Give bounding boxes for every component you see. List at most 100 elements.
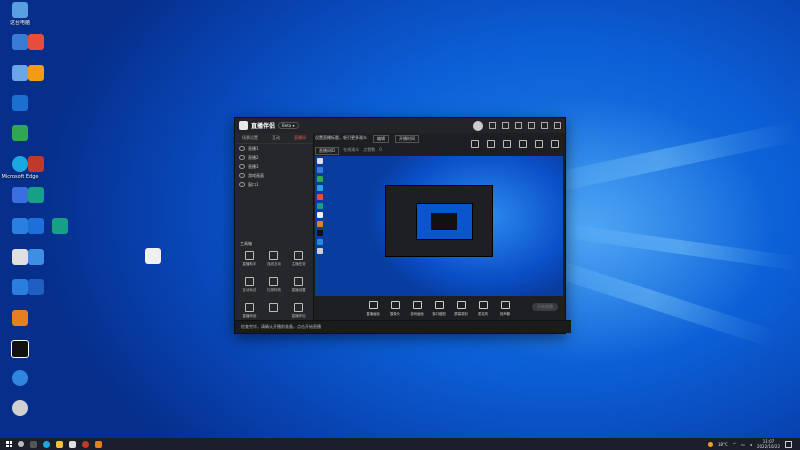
tool-icon bbox=[294, 251, 304, 260]
mini-icon bbox=[317, 194, 323, 200]
tool-icon bbox=[269, 303, 279, 312]
tool-item[interactable]: 直播伴侣 bbox=[286, 303, 311, 319]
desktop-icon[interactable] bbox=[16, 154, 56, 188]
tool-icon bbox=[244, 251, 254, 260]
tab-live-room[interactable]: 直播间 bbox=[294, 135, 306, 141]
settings-icon[interactable] bbox=[489, 122, 496, 129]
version-dropdown[interactable]: Beta ▾ bbox=[278, 122, 299, 129]
volume-icon[interactable]: ◂ bbox=[750, 442, 752, 447]
control-item[interactable]: 窗口截图 bbox=[431, 300, 447, 316]
toolbox-grid: 直播助手 连线互动 主播任务 互动玩法 礼物特效 直播设置 直播商品 直播伴侣 bbox=[237, 251, 311, 319]
tool-item[interactable]: 直播商品 bbox=[237, 303, 262, 319]
file-explorer-icon[interactable] bbox=[56, 440, 63, 448]
wallpaper-beam bbox=[560, 223, 800, 271]
control-item[interactable]: 麦克风 bbox=[475, 300, 491, 316]
record-icon[interactable] bbox=[471, 140, 479, 148]
mini-icon bbox=[317, 248, 323, 254]
mini-icon bbox=[317, 203, 323, 209]
camera-icon[interactable] bbox=[487, 140, 495, 148]
desktop-icon[interactable] bbox=[0, 308, 40, 342]
tool-item[interactable]: 直播设置 bbox=[286, 277, 311, 293]
control-item[interactable]: 游戏画面 bbox=[409, 300, 425, 316]
desktop-icon[interactable] bbox=[16, 247, 56, 281]
scene-item[interactable]: 窗口1 bbox=[235, 180, 313, 189]
eye-icon[interactable] bbox=[239, 182, 245, 187]
stream-title[interactable]: 设置直播标题，吸引更多观众 bbox=[315, 135, 367, 143]
desktop-icon[interactable]: 这台电脑 bbox=[0, 0, 40, 34]
scene-item[interactable]: 直播1 bbox=[235, 144, 313, 153]
app-icon bbox=[28, 156, 44, 172]
skin-icon[interactable] bbox=[502, 122, 509, 129]
control-item[interactable]: 摄像头 bbox=[387, 300, 403, 316]
control-item[interactable]: 直播画面 bbox=[365, 300, 381, 316]
tab-scene-settings[interactable]: 场景设置 bbox=[242, 135, 258, 141]
eye-icon[interactable] bbox=[239, 173, 245, 178]
search-icon[interactable] bbox=[18, 441, 24, 447]
maximize-icon[interactable] bbox=[541, 122, 548, 129]
eye-icon[interactable] bbox=[239, 146, 245, 151]
desktop-icon[interactable] bbox=[0, 398, 40, 432]
tab-interaction[interactable]: 互动 bbox=[272, 135, 280, 141]
nested-inner-window bbox=[431, 213, 457, 230]
game-icon bbox=[412, 300, 422, 309]
desktop-icon[interactable] bbox=[40, 216, 80, 250]
tool-item[interactable]: 互动玩法 bbox=[237, 277, 262, 293]
eye-icon[interactable] bbox=[239, 155, 245, 160]
desktop-icon[interactable] bbox=[0, 368, 40, 402]
close-icon[interactable] bbox=[554, 122, 561, 129]
share-icon[interactable] bbox=[551, 140, 559, 148]
app-titlebar: 直播伴侣 Beta ▾ bbox=[235, 118, 565, 133]
clock[interactable]: 11:07 2022/10/22 bbox=[757, 439, 780, 449]
control-item[interactable]: 扬声器 bbox=[497, 300, 513, 316]
weather-icon bbox=[707, 441, 713, 447]
document-icon[interactable] bbox=[69, 440, 76, 448]
mini-icon bbox=[317, 167, 323, 173]
weather-text[interactable]: 18°C bbox=[718, 442, 728, 447]
desktop-icon[interactable] bbox=[0, 123, 40, 157]
camera-icon bbox=[390, 300, 400, 309]
scene-item[interactable]: 游戏画面 bbox=[235, 171, 313, 180]
edit-button[interactable]: 编辑 bbox=[373, 135, 389, 143]
desktop-icon[interactable] bbox=[16, 63, 56, 97]
desktop-icon[interactable] bbox=[133, 246, 173, 280]
eye-icon[interactable] bbox=[239, 164, 245, 169]
start-icon[interactable] bbox=[6, 441, 12, 447]
desktop-icon[interactable] bbox=[16, 32, 56, 66]
scene-item[interactable]: 直播3 bbox=[235, 162, 313, 171]
desktop-icon[interactable] bbox=[0, 338, 40, 372]
notify-icon[interactable] bbox=[535, 140, 543, 148]
avatar[interactable] bbox=[473, 120, 483, 131]
mini-icon bbox=[317, 230, 323, 236]
like-count-label: 点赞数 bbox=[363, 147, 376, 152]
app-icon[interactable] bbox=[82, 440, 89, 448]
control-item[interactable]: 屏幕录制 bbox=[453, 300, 469, 316]
task-view-icon[interactable] bbox=[30, 440, 37, 448]
desktop-icon[interactable] bbox=[16, 185, 56, 219]
desktop-icon[interactable] bbox=[0, 93, 40, 127]
tool-icon bbox=[269, 251, 279, 260]
layout-icon[interactable] bbox=[503, 140, 511, 148]
edge-icon[interactable] bbox=[43, 440, 50, 448]
stream-preview[interactable] bbox=[315, 156, 563, 296]
minimize-icon[interactable] bbox=[528, 122, 535, 129]
screenshot-icon[interactable] bbox=[519, 140, 527, 148]
notification-icon[interactable] bbox=[785, 440, 792, 448]
tool-item[interactable]: 直播助手 bbox=[237, 251, 262, 267]
chevron-up-icon[interactable]: ^ bbox=[733, 442, 736, 447]
screen-capture-icon bbox=[368, 300, 378, 309]
status-text: 检查完毕，请确认开播前准备，点击开始直播 bbox=[241, 324, 321, 329]
toolbox-title: 工具箱 bbox=[240, 241, 252, 246]
network-icon[interactable]: ▭ bbox=[741, 442, 745, 447]
scene-item[interactable]: 直播2 bbox=[235, 153, 313, 162]
nvidia-icon bbox=[12, 125, 28, 141]
start-live-button[interactable]: 开始直播 bbox=[532, 303, 558, 311]
tool-item[interactable] bbox=[262, 303, 287, 319]
start-time-field[interactable]: 开播时间 bbox=[395, 135, 419, 143]
app-icon[interactable] bbox=[95, 440, 102, 448]
desktop-icon[interactable] bbox=[16, 277, 56, 311]
menu-icon[interactable] bbox=[515, 122, 522, 129]
tool-item[interactable]: 礼物特效 bbox=[262, 277, 287, 293]
tool-item[interactable]: 连线互动 bbox=[262, 251, 287, 267]
speaker-icon bbox=[500, 300, 510, 309]
tool-item[interactable]: 主播任务 bbox=[286, 251, 311, 267]
